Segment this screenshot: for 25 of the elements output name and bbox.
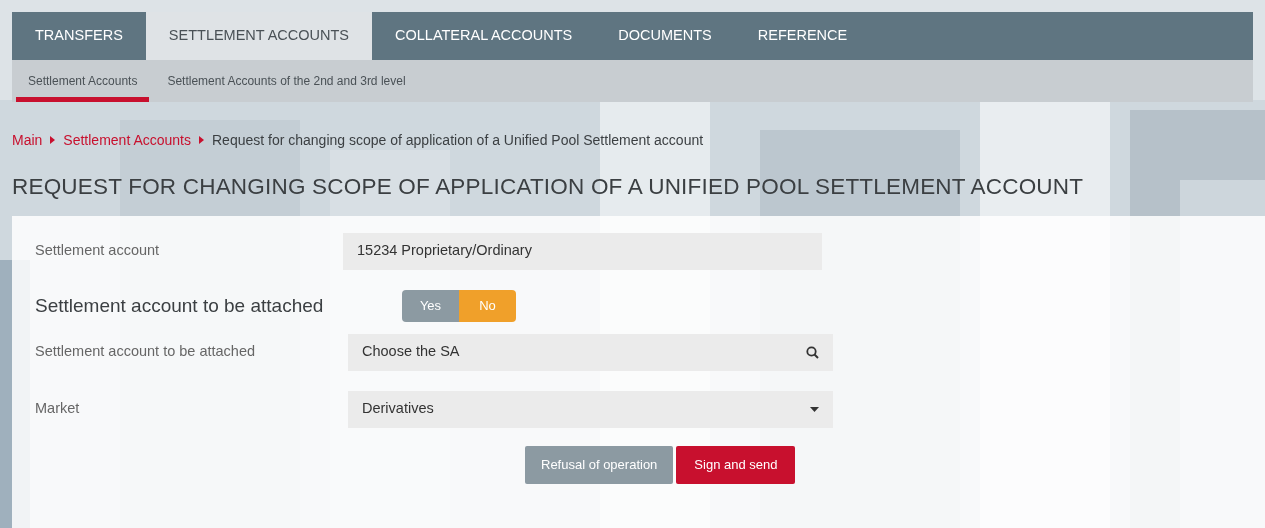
search-field[interactable]: Choose the SA [348,333,833,371]
readonly-field: 15234 Proprietary/Ordinary [343,232,822,270]
toggle-option[interactable]: Yes [402,289,459,322]
nav-tab[interactable]: DOCUMENTS [595,12,735,60]
subnav-tab[interactable]: Settlement Accounts of the 2nd and 3rd level [155,60,418,102]
search-icon [806,345,819,359]
nav-tab[interactable]: REFERENCE [734,12,871,60]
section-label: Settlement account to be attached [35,293,325,318]
refusal-button[interactable]: Refusal of operation [525,445,674,484]
chevron-icon [199,136,204,144]
page-title: REQUEST FOR CHANGING SCOPE OF APPLICATION OF A UNIFIED POOL SETTLEMENT ACCOUNT [12,173,1085,201]
subnav-tab[interactable]: Settlement Accounts [16,60,150,102]
chevron-icon [50,136,56,144]
breadcrumb-link[interactable]: Settlement Accounts [63,129,191,151]
breadcrumb-current: Request for changing scope of application of a Unified Pool Settlement account [212,130,704,150]
caret-icon [810,406,819,412]
field-label: Settlement account to be attached [35,342,257,362]
sign-button[interactable]: Sign and send [676,445,796,484]
nav-tab[interactable]: TRANSFERS [12,12,146,60]
dropdown[interactable]: Derivatives [348,390,833,428]
field-label: Market [35,399,81,419]
nav-tab[interactable]: SETTLEMENT ACCOUNTS [145,12,373,60]
field-label: Settlement account [35,241,161,261]
nav-tab[interactable]: COLLATERAL ACCOUNTS [372,12,596,60]
breadcrumb-link[interactable]: Main [12,129,43,151]
